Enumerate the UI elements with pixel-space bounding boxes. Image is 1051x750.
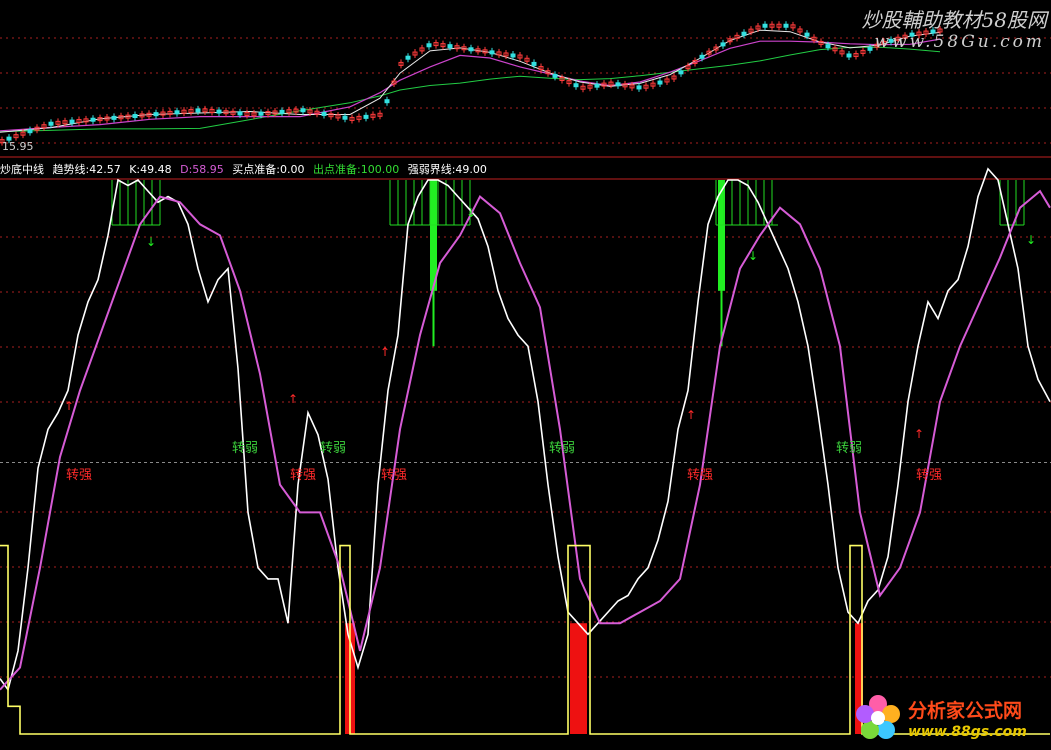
legend-sell-ready: 出点准备:100.00 (313, 163, 400, 176)
up-arrow-icon: ↑ (686, 408, 696, 422)
up-arrow-icon: ↑ (914, 427, 924, 441)
bottom-watermark: 分析家公式网 www.88gs.com (850, 690, 1050, 748)
candle (783, 23, 789, 28)
candle (258, 111, 264, 116)
candle (594, 83, 600, 88)
down-arrow-icon: ↓ (466, 206, 476, 220)
candle (216, 109, 222, 114)
series-k (0, 167, 1051, 692)
signal-strengthen: 转强 (381, 468, 408, 483)
candle (804, 32, 810, 37)
legend-buy-ready: 买点准备:0.00 (232, 163, 305, 176)
candle (27, 129, 33, 134)
signal-strengthen: 转强 (290, 468, 317, 483)
candle (615, 82, 621, 87)
candle (195, 108, 201, 113)
down-arrow-icon: ↓ (1026, 233, 1036, 247)
legend-d: D:58.95 (180, 163, 224, 176)
bottom-watermark-title: 分析家公式网 (908, 700, 1023, 722)
legend-threshold: 强弱界线:49.00 (407, 163, 487, 176)
candle (741, 31, 747, 36)
chart-canvas: ↑ ↑ ↑ ↑ ↑ ↓ ↓ ↓ ↓ (0, 21, 1051, 735)
up-arrow-icon: ↑ (380, 345, 390, 359)
series-d (0, 189, 1051, 691)
candle (447, 44, 453, 49)
candle (174, 110, 180, 115)
buy-signal-bar (570, 623, 587, 734)
candle (321, 111, 327, 116)
signal-weaken: 转弱 (232, 441, 259, 456)
indicator-legend: 炒底中线 趋势线:42.57 K:49.48 D:58.95 买点准备:0.00… (0, 161, 492, 177)
watermark-url: www.58Gu.com (874, 32, 1045, 52)
candle (573, 83, 579, 88)
candle (132, 114, 138, 119)
legend-k: K:49.48 (129, 163, 172, 176)
signal-strengthen: 转强 (687, 468, 714, 483)
candle (279, 109, 285, 114)
candle (846, 53, 852, 58)
indicator-name: 炒底中线 (0, 163, 44, 176)
candle (678, 70, 684, 75)
candle (657, 80, 663, 85)
signal-strengthen: 转强 (916, 468, 943, 483)
candle (153, 112, 159, 117)
candle (384, 99, 390, 104)
price-ma-long (0, 46, 941, 133)
signal-weaken: 转弱 (549, 441, 576, 456)
watermark-title: 炒股輔助教材58股网 (861, 8, 1047, 32)
signal-weaken: 转弱 (320, 441, 347, 456)
candle (699, 54, 705, 59)
down-arrow-icon: ↓ (146, 235, 156, 249)
legend-trend: 趋势线:42.57 (52, 163, 121, 176)
signal-strengthen: 转强 (66, 468, 93, 483)
down-arrow-icon: ↓ (748, 249, 758, 263)
candle (762, 23, 768, 28)
up-arrow-icon: ↑ (64, 399, 74, 413)
candle (468, 47, 474, 52)
candle (363, 114, 369, 119)
bottom-watermark-url: www.88gs.com (908, 724, 1027, 740)
signal-weaken: 转弱 (836, 441, 863, 456)
indicator-panel-grid (0, 236, 1051, 678)
candle (531, 61, 537, 66)
candle (342, 115, 348, 120)
price-panel (0, 21, 943, 146)
candle (90, 117, 96, 122)
candle (426, 43, 432, 48)
candle (489, 50, 495, 55)
candle (300, 108, 306, 113)
candle (552, 73, 558, 78)
candle (111, 115, 117, 120)
indicator-panel: ↑ ↑ ↑ ↑ ↑ ↓ ↓ ↓ ↓ (0, 167, 1051, 735)
flower-logo-icon (856, 695, 900, 739)
candle (405, 55, 411, 60)
up-arrow-icon: ↑ (288, 392, 298, 406)
price-low-label: 15.95 (2, 140, 34, 153)
candle (69, 119, 75, 124)
candle (510, 53, 516, 58)
candle (720, 42, 726, 47)
candle (636, 85, 642, 90)
candle (237, 111, 243, 116)
candle (48, 121, 54, 126)
